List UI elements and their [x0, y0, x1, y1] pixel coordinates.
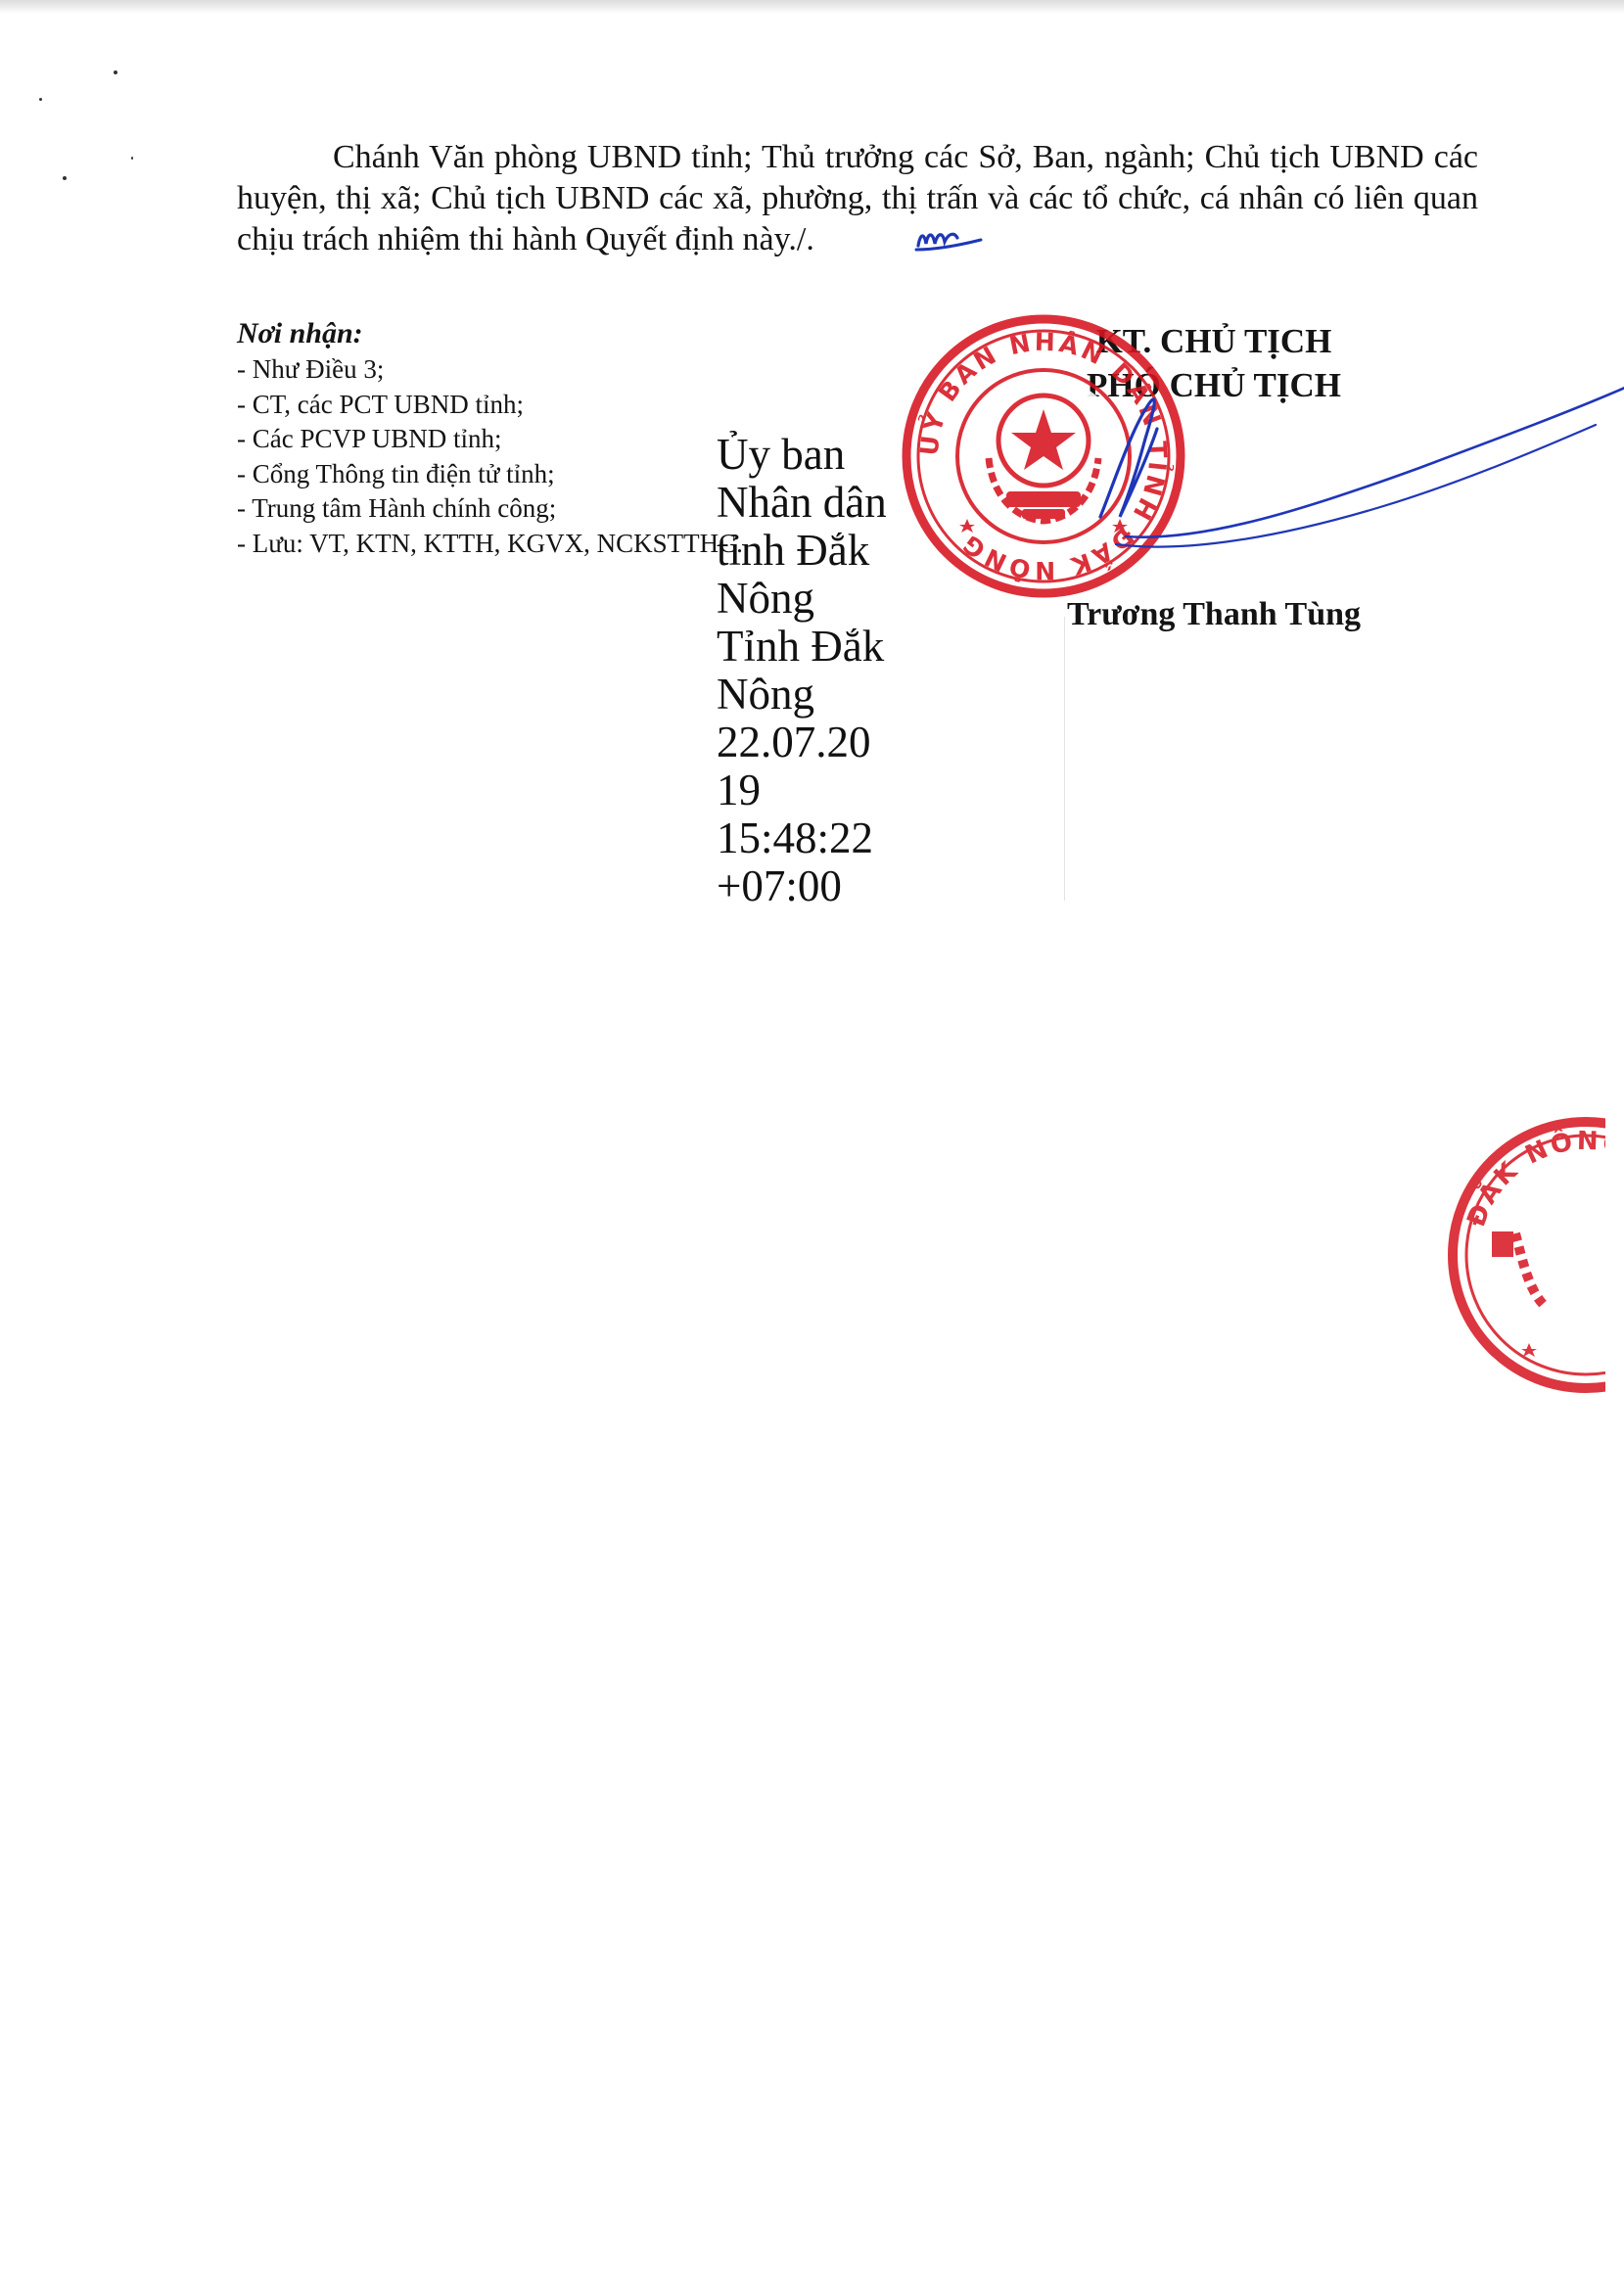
partial-seal-text: ĐẮK NÔNG — [1462, 1125, 1605, 1231]
digital-signature-line: Tỉnh Đắk — [717, 622, 885, 671]
recipient-item: - Trung tâm Hành chính công; — [237, 493, 557, 523]
signature-divider — [1064, 617, 1065, 901]
digital-signature-line: tỉnh Đắk — [717, 526, 870, 575]
recipients-heading: Nơi nhận: — [237, 317, 363, 349]
recipient-item: - Cổng Thông tin điện tử tỉnh; — [237, 458, 555, 488]
digital-signature-line: Ủy ban — [717, 430, 846, 479]
scan-speck — [39, 98, 42, 101]
recipient-item: - CT, các PCT UBND tỉnh; — [237, 389, 524, 419]
scan-speck — [63, 176, 67, 180]
recipient-item: - Lưu: VT, KTN, KTTH, KGVX, NCKSTTHC. — [237, 528, 743, 558]
digital-signature-stamp: Ủy ban Nhân dân tỉnh Đắk Nông Tỉnh Đắk N… — [717, 431, 922, 910]
digital-signature-line: +07:00 — [717, 861, 842, 910]
recipient-item: - Các PCVP UBND tỉnh; — [237, 424, 502, 453]
scan-edge-shadow — [0, 0, 1624, 14]
partial-page-edge-seal: ĐẮK NÔNG — [1439, 1116, 1605, 1395]
recipient-item: - Như Điều 3; — [237, 354, 385, 384]
digital-signature-line: 22.07.20 — [717, 718, 871, 766]
digital-signature-line: Nhân dân — [717, 478, 887, 527]
digital-signature-line: Nông — [717, 574, 814, 623]
scan-speck — [114, 70, 117, 74]
digital-signature-line: 15:48:22 — [717, 813, 874, 862]
decision-closing-paragraph: Chánh Văn phòng UBND tỉnh; Thủ trưởng cá… — [237, 137, 1478, 264]
handwritten-signature — [1098, 387, 1624, 548]
digital-signature-line: 19 — [717, 766, 761, 814]
digital-signature-line: Nông — [717, 670, 814, 719]
signer-name: Trương Thanh Tùng — [1066, 596, 1362, 632]
scan-speck — [131, 157, 133, 160]
recipients-block: Nơi nhận: - Như Điều 3; - CT, các PCT UB… — [237, 315, 785, 561]
handwritten-initials — [818, 220, 983, 264]
